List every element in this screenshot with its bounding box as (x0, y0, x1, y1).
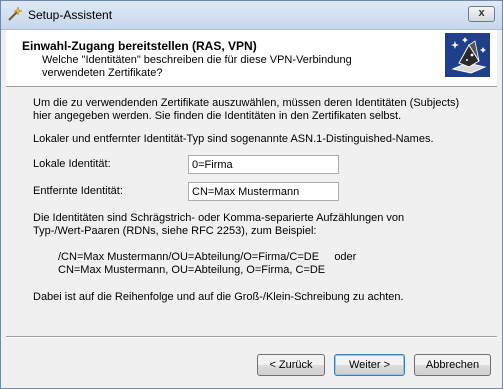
explanation-line: Die Identitäten sind Schrägstrich- oder … (33, 212, 405, 224)
intro-text: Um die zu verwendenden Zertifikate auszu… (33, 97, 459, 123)
back-button[interactable]: < Zurück (257, 354, 325, 376)
page-title: Einwahl-Zugang bereitstellen (RAS, VPN) (22, 39, 257, 53)
example-text: /CN=Max Mustermann/OU=Abteilung/O=Firma/… (58, 251, 356, 277)
remote-identity-label: Entfernte Identität: (33, 185, 123, 197)
intro-line: hier angegeben werden. Sie finden die Id… (33, 110, 402, 122)
close-button[interactable]: x (468, 6, 495, 22)
subtitle-line: verwendeten Zertifikate? (42, 67, 163, 79)
footer-divider (6, 336, 497, 338)
close-icon: x (478, 7, 485, 19)
remote-identity-input[interactable] (188, 182, 339, 201)
window-title: Setup-Assistent (28, 8, 113, 22)
subtitle-line: Welche "Identitäten" beschreiben die für… (42, 54, 352, 66)
case-note: Dabei ist auf die Reihenfolge und auf di… (33, 291, 404, 303)
local-identity-input[interactable] (188, 155, 339, 174)
explanation-line: Typ-/Wert-Paaren (RDNs, siehe RFC 2253),… (33, 225, 317, 237)
local-identity-label: Lokale Identität: (33, 158, 111, 170)
cancel-button[interactable]: Abbrechen (414, 354, 491, 376)
next-button[interactable]: Weiter > (334, 354, 405, 376)
example-line: CN=Max Mustermann, OU=Abteilung, O=Firma… (58, 264, 326, 276)
wizard-header: Einwahl-Zugang bereitstellen (RAS, VPN) … (6, 30, 497, 87)
wizard-wand-icon (8, 6, 22, 21)
title-bar[interactable]: Setup-Assistent x (1, 1, 502, 30)
asn-note: Lokaler und entfernter Identität-Typ sin… (33, 133, 434, 145)
explanation-text: Die Identitäten sind Schrägstrich- oder … (33, 212, 404, 238)
setup-wizard-window: Setup-Assistent x Einwahl-Zugang bereits… (0, 0, 503, 389)
intro-line: Um die zu verwendenden Zertifikate auszu… (33, 97, 460, 109)
example-line: /CN=Max Mustermann/OU=Abteilung/O=Firma/… (58, 251, 357, 263)
wizard-hat-icon (445, 33, 490, 77)
page-subtitle: Welche "Identitäten" beschreiben die für… (42, 54, 382, 80)
